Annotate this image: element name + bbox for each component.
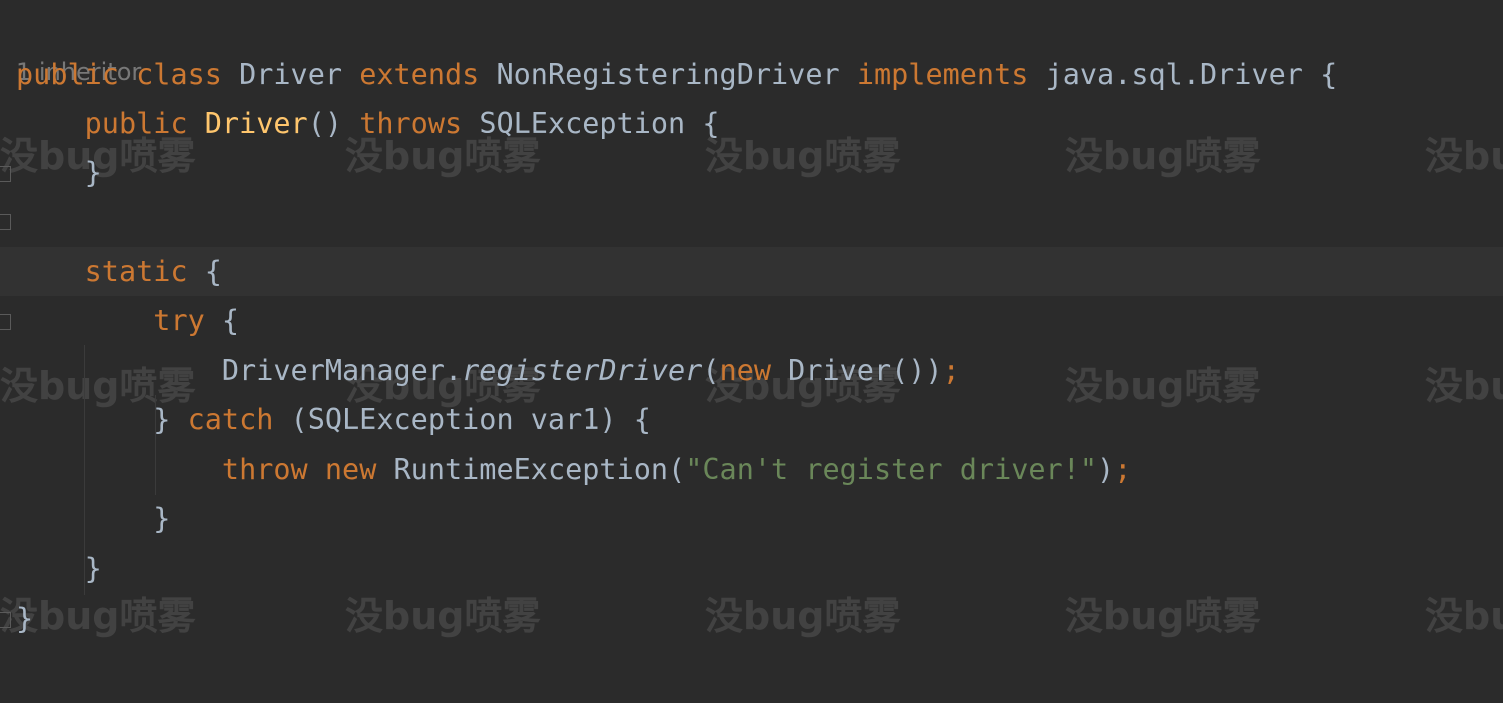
watermark-text: 没bug喷雾 — [1065, 594, 1261, 638]
code-token: Driver()) — [771, 354, 943, 387]
code-token: } — [16, 156, 102, 189]
code-token: SQLException { — [462, 107, 720, 140]
code-line[interactable]: throw new RuntimeException("Can't regist… — [16, 445, 1131, 494]
code-token: } — [16, 602, 34, 635]
code-token: java.sql.Driver { — [1028, 58, 1338, 91]
code-line[interactable]: } — [16, 594, 33, 643]
code-token: } — [16, 502, 171, 535]
code-token: } — [16, 552, 102, 585]
fold-marker[interactable] — [0, 166, 11, 182]
code-token: new — [324, 453, 377, 486]
code-line[interactable]: } — [16, 148, 102, 197]
code-token: public — [16, 58, 119, 91]
current-line-highlight — [0, 247, 1503, 296]
watermark-text: 没bug喷雾 — [1065, 134, 1261, 178]
code-token: Driver — [204, 107, 308, 140]
code-token: RuntimeException( — [376, 453, 686, 486]
code-token: static — [84, 255, 188, 288]
code-token: DriverManager. — [16, 354, 463, 387]
code-token: { — [187, 255, 222, 288]
watermark-text: 没bug喷雾 — [1425, 594, 1503, 638]
code-token: public — [84, 107, 188, 140]
code-line[interactable]: } — [16, 544, 102, 593]
code-token: Driver — [221, 58, 360, 91]
code-token: "Can't register driver!" — [685, 453, 1098, 486]
code-token: () — [307, 107, 360, 140]
code-token: (SQLException var1) { — [273, 403, 651, 436]
code-token: class — [136, 58, 222, 91]
code-token: NonRegisteringDriver — [479, 58, 857, 91]
code-line[interactable]: public Driver() throws SQLException { — [16, 99, 720, 148]
code-token: registerDriver — [462, 354, 703, 387]
code-token: implements — [856, 58, 1029, 91]
code-token: { — [204, 304, 240, 337]
code-line[interactable]: } — [16, 494, 170, 543]
code-token: extends — [359, 58, 480, 91]
watermark-text: 没bug喷雾 — [345, 594, 541, 638]
code-editor[interactable]: 1 inheritor public class Driver extends … — [0, 0, 1503, 703]
code-token: catch — [187, 403, 274, 436]
watermark-text: 没bug喷雾 — [705, 134, 901, 178]
code-line[interactable]: public class Driver extends NonRegisteri… — [16, 50, 1337, 99]
code-token: throws — [359, 107, 463, 140]
watermark-text: 没bug喷雾 — [705, 594, 901, 638]
code-token: try — [153, 304, 205, 337]
code-line[interactable]: DriverManager.registerDriver(new Driver(… — [16, 346, 960, 395]
code-token: new — [719, 354, 771, 387]
fold-marker[interactable] — [0, 612, 11, 628]
code-token: ; — [1114, 453, 1132, 486]
fold-marker[interactable] — [0, 214, 11, 230]
code-token: ; — [942, 354, 960, 387]
code-token: } — [16, 403, 188, 436]
watermark-text: 没bug喷雾 — [1065, 364, 1261, 408]
code-token: ( — [702, 354, 720, 387]
fold-marker[interactable] — [0, 314, 11, 330]
watermark-text: 没bug喷雾 — [1425, 134, 1503, 178]
code-line[interactable]: try { — [16, 296, 239, 345]
code-line[interactable]: } catch (SQLException var1) { — [16, 395, 651, 444]
watermark-text: 没bug喷雾 — [1425, 364, 1503, 408]
code-token: ) — [1097, 453, 1115, 486]
code-line[interactable]: static { — [16, 247, 222, 296]
code-token: throw — [221, 453, 308, 486]
